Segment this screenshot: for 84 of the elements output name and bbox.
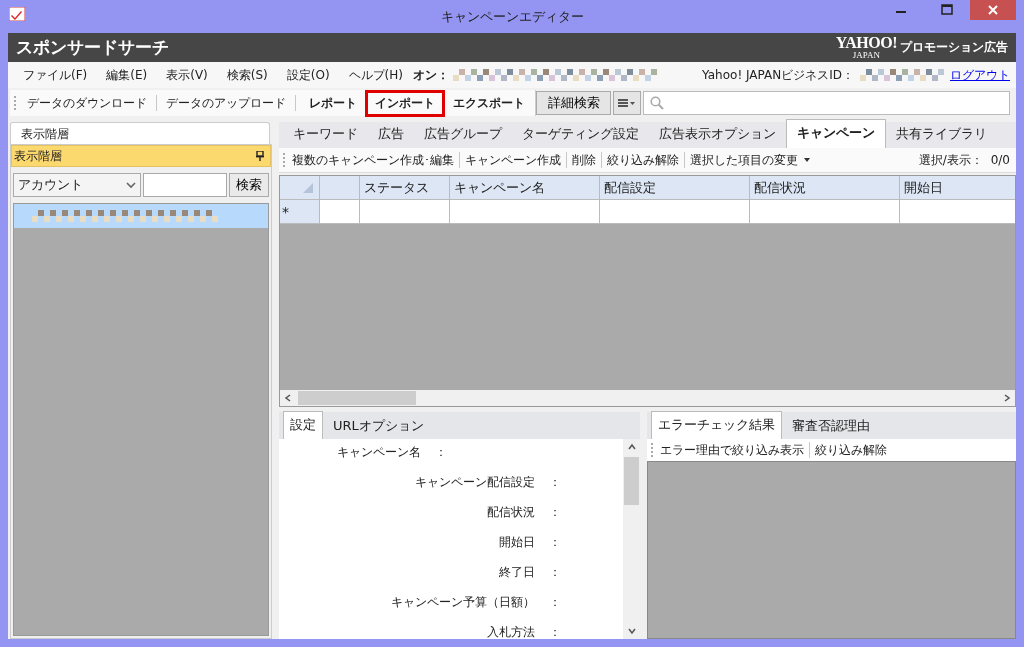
scroll-left-icon[interactable] (284, 394, 292, 402)
vertical-scrollbar[interactable] (623, 439, 640, 639)
scroll-down-icon[interactable] (627, 627, 636, 635)
field-separator: ： (435, 443, 447, 461)
table-cell[interactable] (360, 200, 450, 224)
filter-field[interactable] (143, 173, 227, 197)
toolbar-button[interactable]: 絞り込み解除 (607, 151, 679, 169)
menu-item[interactable]: ファイル(F) (14, 66, 98, 84)
menu-item[interactable]: 編集(E) (97, 66, 158, 84)
tree-item[interactable] (14, 204, 268, 228)
field-separator: ： (549, 593, 561, 611)
caret-icon (803, 157, 811, 163)
menu-item[interactable]: 検索(S) (217, 66, 278, 84)
field-separator: ： (549, 533, 561, 551)
tab[interactable]: 審査否認理由 (782, 413, 880, 439)
field-separator: ： (549, 503, 561, 521)
toolbar-button[interactable]: 削除 (572, 151, 596, 169)
menu-item[interactable]: 表示(V) (157, 66, 218, 84)
search-button[interactable]: 検索 (229, 173, 269, 197)
tab[interactable]: エラーチェック結果 (651, 411, 782, 439)
scrollbar-thumb[interactable] (298, 391, 416, 405)
brand-logo: YAHOO! (835, 35, 897, 51)
search-icon (649, 96, 664, 110)
toolbar-button[interactable]: 絞り込み解除 (815, 441, 887, 459)
pin-icon[interactable] (256, 151, 264, 161)
view-menu-button[interactable] (613, 91, 641, 115)
tab[interactable]: 設定 (283, 411, 323, 439)
table-cell[interactable] (320, 200, 360, 224)
field-separator: ： (549, 623, 561, 639)
triangle-icon (303, 182, 313, 193)
detail-search-button[interactable]: 詳細検索 (536, 91, 612, 115)
toolbar-button[interactable]: レポート (301, 90, 365, 116)
field-label: キャンペーン配信設定 (415, 473, 535, 491)
scroll-up-icon[interactable] (627, 443, 636, 451)
toolbar-button[interactable]: エラー理由で絞り込み表示 (660, 441, 804, 459)
tab[interactable]: 広告表示オプション (649, 121, 786, 148)
logout-link[interactable]: ログアウト (950, 66, 1010, 84)
field-label: キャンペーン名 (337, 443, 421, 461)
tab[interactable]: ターゲティング設定 (512, 121, 649, 148)
selection-label: 選択/表示： (918, 151, 983, 169)
field-label: 配信状況 (487, 503, 535, 521)
tab[interactable]: 共有ライブラリ (886, 121, 997, 148)
menu-item[interactable]: ヘルプ(H) (339, 66, 413, 84)
app-title: スポンサードサーチ (16, 36, 169, 59)
toolbar-button[interactable]: キャンペーン作成 (465, 151, 561, 169)
table-cell[interactable] (450, 200, 600, 224)
horizontal-scrollbar[interactable] (280, 390, 1015, 406)
field-separator: ： (549, 563, 561, 581)
brand-tagline: プロモーション広告 (900, 39, 1008, 56)
toolbar-button[interactable]: データのダウンロード (23, 91, 151, 115)
field-label: 開始日 (499, 533, 535, 551)
toolbar-button[interactable]: 複数のキャンペーン作成･編集 (292, 151, 454, 169)
tab[interactable]: 広告グループ (414, 121, 512, 148)
app-icon (9, 7, 25, 21)
toolbar-button[interactable]: 選択した項目の変更 (690, 151, 811, 169)
account-label: オン： (413, 66, 449, 84)
new-row-marker: * (280, 200, 320, 224)
tab[interactable]: 広告 (368, 121, 414, 148)
menu-item[interactable]: 設定(O) (277, 66, 340, 84)
pane-title: 表示階層 (14, 147, 62, 165)
window-title: キャンペーンエディター (440, 8, 584, 26)
selection-count: 0/0 (990, 153, 1010, 167)
search-field[interactable] (642, 91, 1010, 115)
toolbar-button[interactable]: データのアップロード (162, 91, 290, 115)
tab[interactable]: キャンペーン (786, 119, 886, 148)
toolbar-button[interactable]: インポート (365, 89, 445, 117)
field-label: キャンペーン予算（日額） (391, 593, 535, 611)
close-icon[interactable] (970, 0, 1016, 20)
table-cell[interactable] (750, 200, 900, 224)
scrollbar-thumb[interactable] (624, 457, 639, 505)
brand-sub: JAPAN (852, 51, 880, 60)
business-id-label: Yahoo! JAPANビジネスID： (702, 66, 854, 84)
scroll-right-icon[interactable] (1003, 394, 1011, 402)
chevron-down-icon (126, 181, 136, 189)
field-label: 終了日 (499, 563, 535, 581)
tab[interactable]: キーワード (283, 121, 368, 148)
field-label: 入札方法 (487, 623, 535, 639)
level-dropdown[interactable]: アカウント (13, 173, 141, 197)
toolbar-button[interactable]: エクスポート (445, 90, 533, 116)
tab[interactable]: URLオプション (323, 413, 434, 439)
sidebar-tab[interactable]: 表示階層 (10, 122, 270, 144)
field-separator: ： (549, 473, 561, 491)
table-cell[interactable] (600, 200, 750, 224)
list-icon (618, 98, 636, 108)
